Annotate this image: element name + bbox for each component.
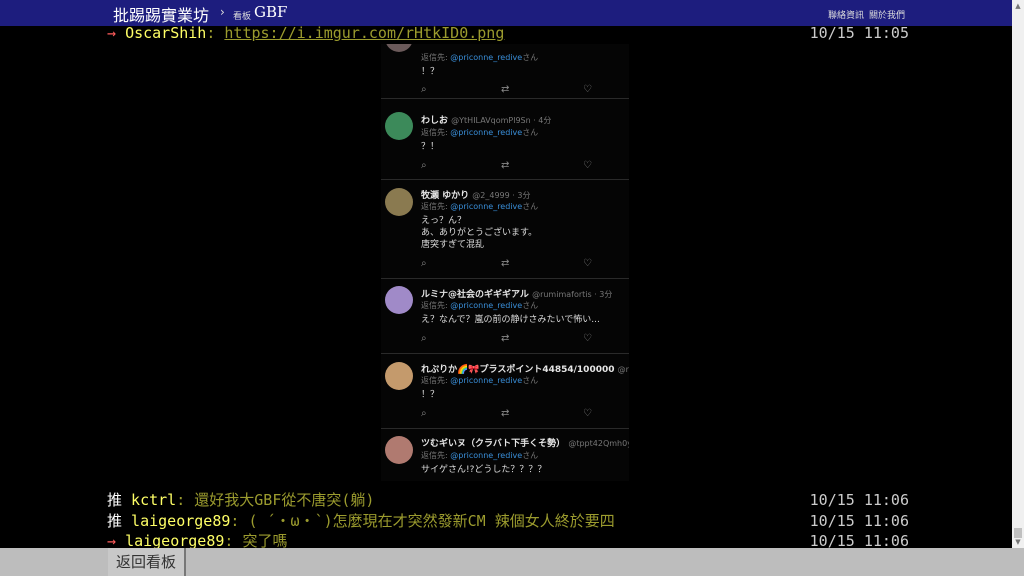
reply-icon[interactable]: ⌕	[421, 408, 427, 419]
avatar	[385, 286, 413, 314]
scroll-up-arrow-icon[interactable]: ▲	[1012, 0, 1024, 12]
tweet-text: ？！	[421, 142, 440, 152]
tweet-author: 牧瀬 ゆかり	[421, 191, 470, 201]
about-link[interactable]: 關於我們	[869, 8, 905, 21]
vertical-scrollbar[interactable]	[1012, 0, 1024, 548]
tweet-item: 牧瀬 ゆかり @2_4999 · 3分 返信先: @priconne_rediv…	[381, 180, 629, 279]
tweet-text: ！？	[421, 390, 440, 400]
avatar	[385, 44, 413, 52]
like-icon[interactable]: ♡	[583, 408, 592, 419]
embedded-tweet-image[interactable]: 返信先: @priconne_rediveさん ！？ ⌕ ⇄ ♡ わしお @Yt…	[381, 44, 629, 481]
push-userid: laigeorge89	[131, 512, 231, 530]
retweet-icon[interactable]: ⇄	[501, 333, 509, 344]
reply-icon[interactable]: ⌕	[421, 333, 427, 344]
tweet-handle: @rep	[617, 365, 629, 374]
retweet-icon[interactable]: ⇄	[501, 84, 509, 95]
push-userid: OscarShih	[125, 24, 207, 42]
tweet-handle: @tppt42Qmh0y	[568, 439, 629, 448]
tweet-item: ツむギいヌ（クラバト下手くそ勢） @tppt42Qmh0y 返信先: @pric…	[381, 429, 629, 481]
push-tag: 推	[107, 512, 123, 530]
push-row: → OscarShih: https://i.imgur.com/rHtkID0…	[107, 24, 909, 42]
board-name-link[interactable]: GBF	[254, 3, 287, 21]
push-userid: kctrl	[131, 491, 177, 509]
tweet-reply-to: 返信先: @priconne_rediveさん	[421, 128, 539, 137]
tweet-reply-to: 返信先: @priconne_rediveさん	[421, 53, 539, 62]
tweet-text: サイゲさん!?どうした？？？？	[421, 465, 547, 475]
tweet-handle: @YtHILAVqomPl9Sn · 4分	[451, 116, 552, 125]
push-time: 10/15 11:06	[809, 491, 909, 509]
back-to-board-button[interactable]: 返回看板	[108, 548, 186, 576]
push-time: 10/15 11:05	[809, 24, 909, 42]
tweet-item: れぷりか🌈🎀プラスポイント44854/100000 @rep 返信先: @pri…	[381, 354, 629, 429]
retweet-icon[interactable]: ⇄	[501, 258, 509, 269]
like-icon[interactable]: ♡	[583, 160, 592, 171]
tweet-author: れぷりか🌈🎀プラスポイント44854/100000	[421, 365, 615, 375]
image-link[interactable]: https://i.imgur.com/rHtkID0.png	[224, 24, 504, 42]
tweet-reply-to: 返信先: @priconne_rediveさん	[421, 376, 539, 385]
breadcrumb-separator: ›	[220, 5, 225, 19]
retweet-icon[interactable]: ⇄	[501, 160, 509, 171]
tweet-item: 返信先: @priconne_rediveさん ！？ ⌕ ⇄ ♡	[381, 44, 629, 99]
bottom-bar: 返回看板	[0, 548, 1024, 576]
scroll-down-arrow-icon[interactable]: ▼	[1012, 536, 1024, 548]
board-label: 看板	[233, 12, 252, 22]
like-icon[interactable]: ♡	[583, 258, 592, 269]
push-time: 10/15 11:06	[809, 512, 909, 530]
like-icon[interactable]: ♡	[583, 84, 592, 95]
tweet-item: ルミナ@社会のギギギアル @rumimafortis · 3分 返信先: @pr…	[381, 279, 629, 354]
tweet-reply-to: 返信先: @priconne_rediveさん	[421, 451, 539, 460]
avatar	[385, 188, 413, 216]
tweet-item: わしお @YtHILAVqomPl9Sn · 4分 返信先: @priconne…	[381, 104, 629, 180]
tweet-author: ルミナ@社会のギギギアル	[421, 290, 529, 300]
push-content: : 還好我大GBF從不唐突(躺)	[176, 491, 375, 509]
tweet-author: ツむギいヌ（クラバト下手くそ勢）	[421, 439, 566, 449]
like-icon[interactable]: ♡	[583, 333, 592, 344]
tweet-reply-to: 返信先: @priconne_rediveさん	[421, 202, 539, 211]
avatar	[385, 362, 413, 390]
avatar	[385, 112, 413, 140]
reply-icon[interactable]: ⌕	[421, 258, 427, 269]
tweet-handle: @rumimafortis · 3分	[532, 290, 613, 299]
avatar	[385, 436, 413, 464]
push-tag: →	[107, 24, 117, 42]
tweet-text: えっ？ん？ あ、ありがとうございます。 唐突すぎて混乱	[421, 216, 538, 250]
push-row: 推 laigeorge89: ( ´・ω・`)怎麼現在才突然發新CM 辣個女人終…	[107, 511, 909, 531]
reply-icon[interactable]: ⌕	[421, 84, 427, 95]
push-content: : ( ´・ω・`)怎麼現在才突然發新CM 辣個女人終於要四	[230, 512, 615, 530]
tweet-handle: @2_4999 · 3分	[472, 191, 531, 200]
retweet-icon[interactable]: ⇄	[501, 408, 509, 419]
reply-icon[interactable]: ⌕	[421, 160, 427, 171]
contact-link[interactable]: 聯絡資訊	[828, 8, 864, 21]
push-row: 推 kctrl: 還好我大GBF從不唐突(躺) 10/15 11:06	[107, 490, 909, 510]
push-tag: 推	[107, 491, 123, 509]
tweet-reply-to: 返信先: @priconne_rediveさん	[421, 301, 539, 310]
tweet-text: ！？	[421, 67, 440, 77]
tweet-text: え？なんで？嵐の前の静けさみたいで怖い...	[421, 315, 600, 325]
tweet-author: わしお	[421, 116, 449, 126]
